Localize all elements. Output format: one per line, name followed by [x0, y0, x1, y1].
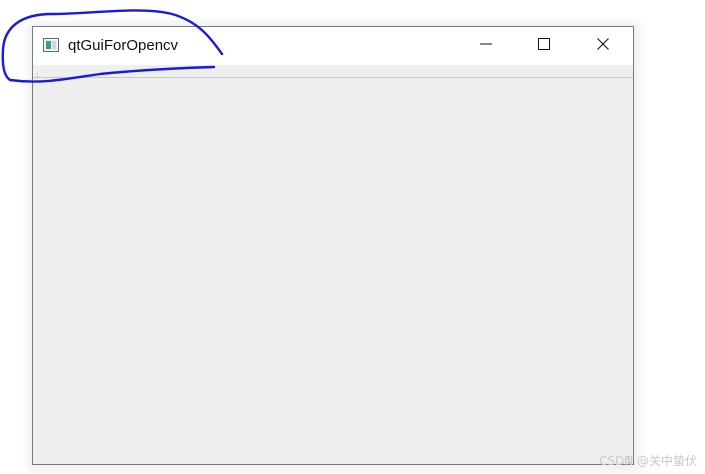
- watermark-text: CSDN @关中蛰伏: [598, 454, 697, 468]
- screenshot-stage: qtGuiForOpencv CSDN @关中蛰伏: [0, 0, 705, 474]
- close-icon: [597, 37, 609, 55]
- minimize-button[interactable]: [457, 27, 515, 65]
- maximize-button[interactable]: [515, 27, 573, 65]
- central-widget: [33, 78, 633, 464]
- toolbar-grip-icon[interactable]: [36, 67, 39, 80]
- qt-window-icon: [43, 38, 59, 52]
- title-bar[interactable]: qtGuiForOpencv: [33, 27, 633, 65]
- close-button[interactable]: [573, 27, 633, 65]
- minimize-icon: [480, 37, 492, 55]
- app-window[interactable]: qtGuiForOpencv: [32, 26, 634, 465]
- maximize-icon: [538, 37, 550, 55]
- main-toolbar: [33, 65, 633, 80]
- window-title: qtGuiForOpencv: [68, 37, 179, 54]
